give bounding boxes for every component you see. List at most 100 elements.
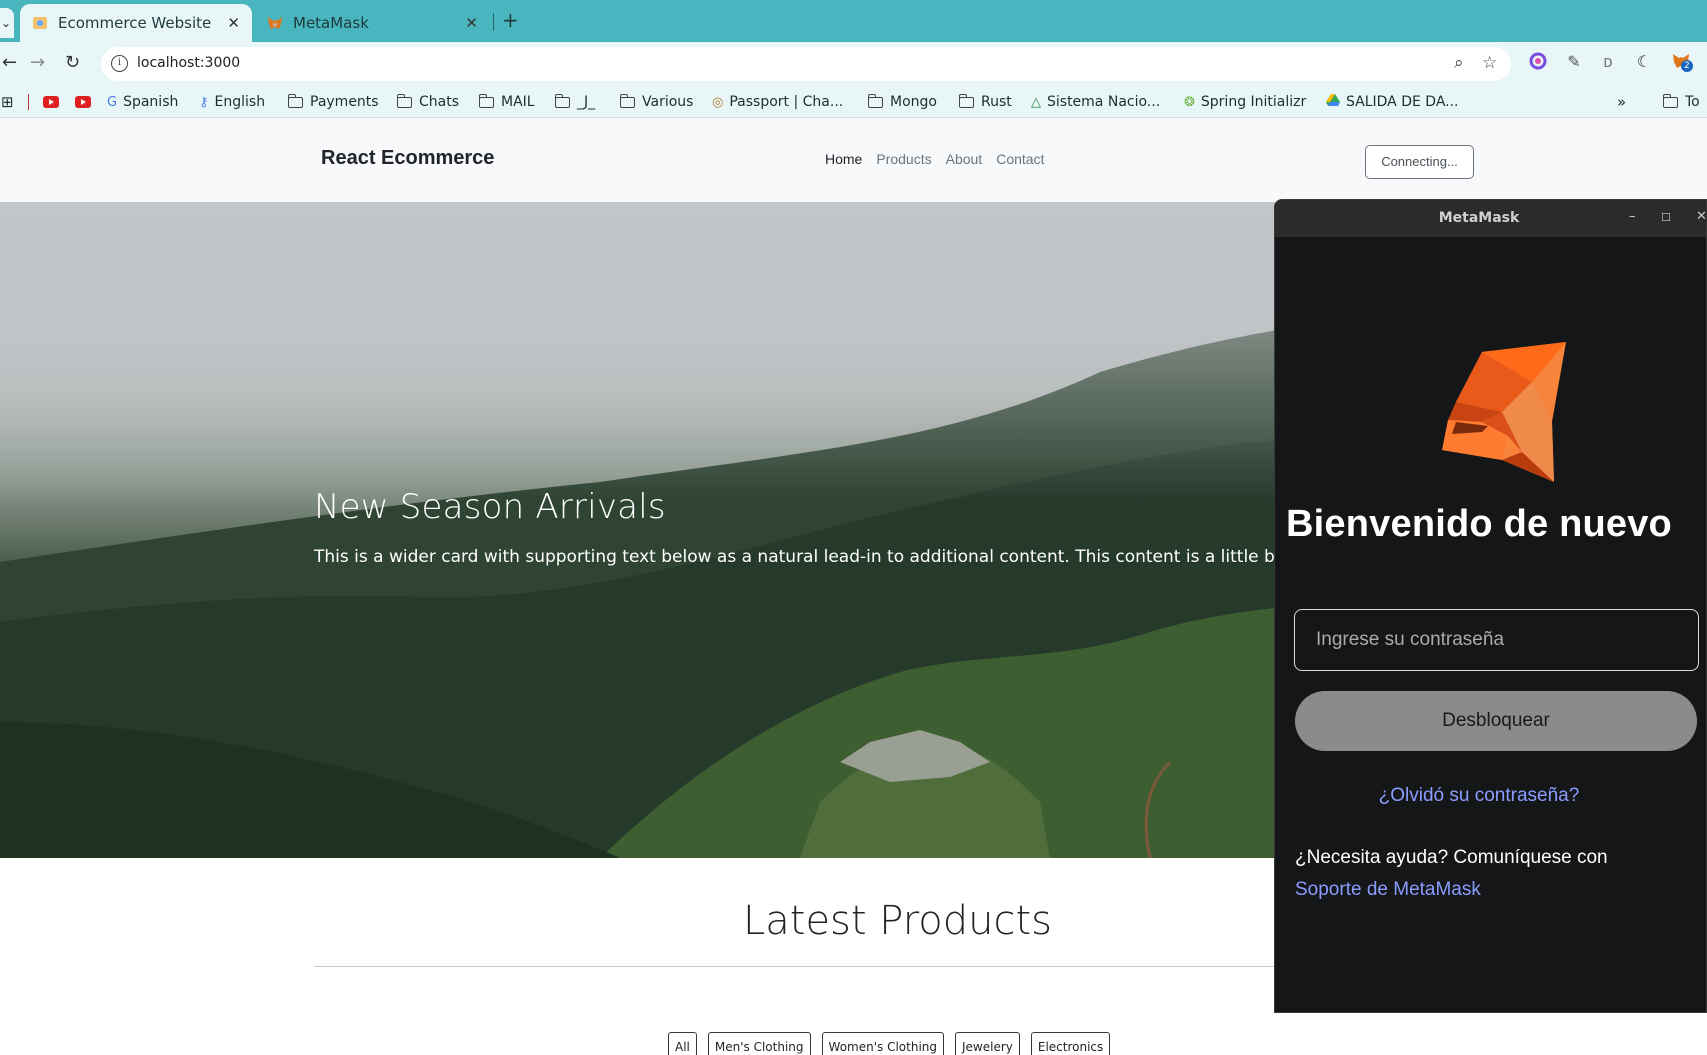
folder-icon: [554, 93, 570, 108]
bookmark-label: MAIL: [501, 94, 535, 110]
bookmark-label: _J_: [577, 94, 596, 110]
youtube-icon: [75, 96, 91, 108]
bookmark-rust[interactable]: Rust: [958, 92, 1012, 112]
forgot-password-link[interactable]: ¿Olvidó su contraseña?: [1275, 785, 1683, 807]
metamask-fox-icon: [268, 17, 282, 29]
bookmark-j[interactable]: _J_: [554, 92, 596, 112]
tab-title: Ecommerce Website: [58, 14, 212, 32]
close-window-icon[interactable]: ✕: [1696, 209, 1706, 224]
nav-link-contact[interactable]: Contact: [996, 151, 1044, 167]
metamask-window-title: MetaMask: [1438, 210, 1520, 226]
tab-metamask[interactable]: MetaMask ✕: [255, 4, 490, 42]
site-navbar: React Ecommerce Home Products About Cont…: [0, 118, 1707, 203]
close-tab-icon[interactable]: ✕: [465, 14, 478, 32]
tab-ecommerce-website[interactable]: Ecommerce Website ✕: [20, 4, 252, 42]
metamask-extension-icon[interactable]: 2: [1670, 50, 1693, 72]
folder-icon: [478, 93, 494, 108]
site-brand[interactable]: React Ecommerce: [321, 147, 494, 170]
bookmark-spanish[interactable]: G Spanish: [107, 92, 178, 112]
bookmark-chats[interactable]: Chats: [396, 92, 459, 112]
hero-text: This is a wider card with supporting tex…: [314, 547, 1329, 567]
bookmark-sistema-nacional[interactable]: △ Sistema Nacio...: [1031, 92, 1160, 112]
nav-link-products[interactable]: Products: [876, 151, 931, 167]
spring-icon: ❂: [1184, 94, 1195, 110]
minimize-icon[interactable]: –: [1629, 209, 1636, 224]
folder-icon: [287, 93, 303, 108]
password-field[interactable]: [1294, 609, 1699, 671]
filter-electronics-button[interactable]: Electronics: [1030, 1032, 1111, 1055]
apps-grid-icon[interactable]: ⊞: [1, 92, 14, 112]
new-tab-icon[interactable]: +: [502, 8, 519, 32]
bookmark-salida-de-datos[interactable]: SALIDA DE DA...: [1326, 92, 1459, 112]
folder-icon: [1662, 93, 1678, 108]
extension-badge: 2: [1681, 60, 1693, 72]
bookmark-spring-initializr[interactable]: ❂ Spring Initializr: [1184, 92, 1306, 112]
tab-search-chevron[interactable]: ⌄: [0, 8, 14, 38]
bookmark-label: Various: [642, 94, 694, 110]
youtube-icon: [43, 96, 59, 108]
url-text: localhost:3000: [137, 55, 241, 71]
triangle-icon: △: [1031, 94, 1041, 110]
folder-icon: [396, 93, 412, 108]
hero-title: New Season Arrivals: [314, 487, 666, 527]
bookmark-star-icon[interactable]: ☆: [1482, 53, 1497, 73]
maximize-icon[interactable]: ☐: [1661, 211, 1671, 224]
metamask-welcome-heading: Bienvenido de nuevo: [1286, 503, 1672, 545]
help-message: ¿Necesita ayuda? Comuníquese con: [1295, 847, 1608, 868]
drive-icon: [1326, 94, 1340, 110]
forward-arrow-icon[interactable]: →: [30, 52, 45, 73]
tab-separator: [493, 13, 494, 31]
filter-jewelery-button[interactable]: Jewelery: [955, 1032, 1020, 1055]
browser-tab-bar: ⌄ Ecommerce Website ✕ MetaMask ✕ +: [0, 0, 1707, 42]
bookmark-label: Spring Initializr: [1200, 94, 1307, 110]
translate-icon: G: [107, 94, 118, 110]
bookmark-youtube-1[interactable]: [43, 92, 59, 112]
site-nav-links: Home Products About Contact: [825, 151, 1044, 167]
bookmarks-bar: ⊞ G Spanish ⚷ English Payments Chats MAIL …: [0, 86, 1707, 118]
site-info-icon[interactable]: i: [111, 55, 128, 72]
bookmark-label: To: [1685, 94, 1700, 110]
folder-icon: [867, 93, 883, 108]
bookmark-label: Mongo: [890, 94, 937, 110]
metamask-fox-logo-icon: [1442, 342, 1566, 482]
dark-mode-moon-icon[interactable]: ☾: [1633, 50, 1655, 72]
close-tab-icon[interactable]: ✕: [227, 14, 240, 32]
more-bookmarks-chevron-icon[interactable]: »: [1617, 92, 1626, 112]
metamask-titlebar: MetaMask – ☐ ✕: [1275, 200, 1706, 237]
zoom-icon[interactable]: ⌕: [1454, 53, 1464, 73]
color-picker-extension-icon[interactable]: [1527, 50, 1549, 72]
extension-icon[interactable]: ᴅ: [1597, 50, 1619, 72]
tab-title: MetaMask: [293, 14, 369, 32]
filter-womens-clothing-button[interactable]: Women's Clothing: [821, 1032, 944, 1055]
nav-link-about[interactable]: About: [946, 151, 983, 167]
passport-icon: ◎: [712, 94, 724, 110]
bookmark-passport[interactable]: ◎ Passport | Cha...: [712, 92, 843, 112]
folder-icon: [958, 93, 974, 108]
address-bar[interactable]: i localhost:3000 ⌕ ☆: [101, 47, 1511, 81]
filter-mens-clothing-button[interactable]: Men's Clothing: [707, 1032, 811, 1055]
bookmark-label: Sistema Nacio...: [1047, 94, 1161, 110]
bookmark-label: English: [214, 94, 266, 110]
bookmark-english[interactable]: ⚷ English: [199, 92, 265, 112]
nav-link-home[interactable]: Home: [825, 151, 862, 167]
folder-icon: [619, 93, 635, 108]
metamask-popup-window: MetaMask – ☐ ✕ Bienvenido de nuevo Desbl…: [1274, 199, 1707, 1013]
back-arrow-icon[interactable]: ←: [2, 52, 17, 73]
filter-all-button[interactable]: All: [668, 1032, 697, 1055]
bookmark-youtube-2[interactable]: [75, 92, 91, 112]
key-icon: ⚷: [199, 94, 209, 110]
bookmark-label: Rust: [981, 94, 1012, 110]
pen-extension-icon[interactable]: ✎: [1563, 50, 1585, 72]
unlock-button[interactable]: Desbloquear: [1295, 691, 1697, 751]
bookmark-various[interactable]: Various: [619, 92, 694, 112]
bookmark-mongo[interactable]: Mongo: [867, 92, 937, 112]
bookmark-payments[interactable]: Payments: [287, 92, 379, 112]
bookmark-to[interactable]: To: [1662, 92, 1700, 112]
connect-wallet-button[interactable]: Connecting...: [1365, 145, 1474, 179]
bookmark-label: Passport | Cha...: [729, 94, 844, 110]
bookmark-label: SALIDA DE DA...: [1346, 94, 1459, 110]
react-favicon-icon: [33, 17, 47, 29]
bookmark-mail[interactable]: MAIL: [478, 92, 535, 112]
metamask-support-link[interactable]: Soporte de MetaMask: [1295, 879, 1481, 900]
reload-icon[interactable]: ↻: [65, 52, 80, 73]
